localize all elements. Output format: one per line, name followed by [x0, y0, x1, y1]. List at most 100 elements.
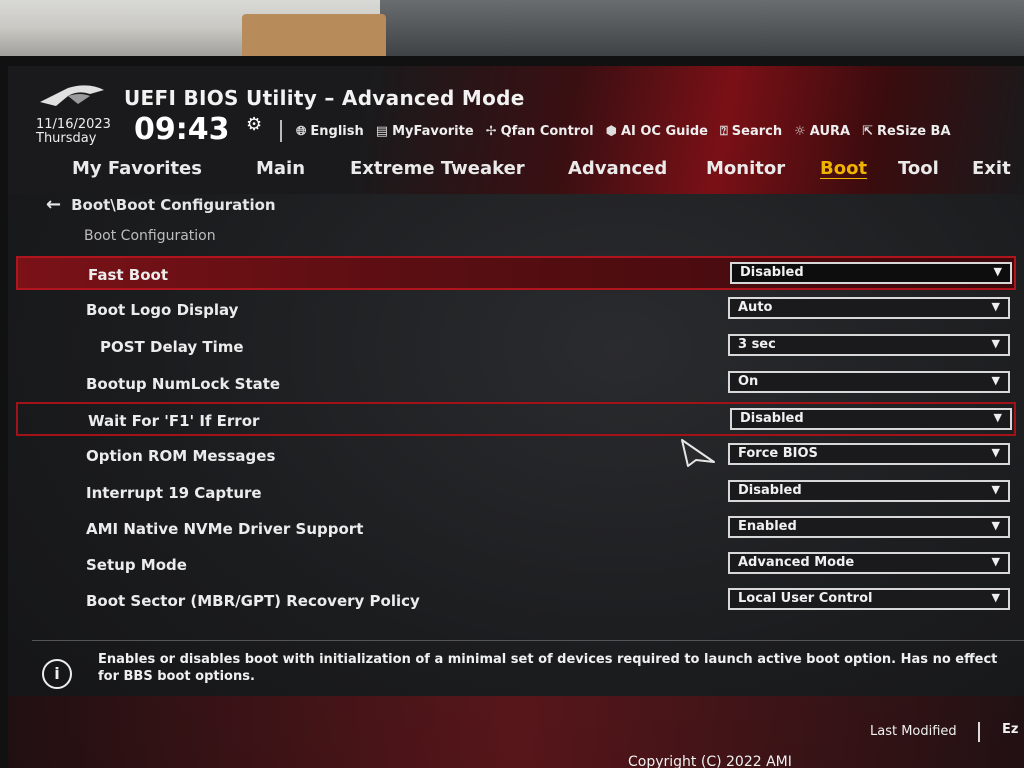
tool-resize-bar[interactable]: ⇱ ReSize BA — [862, 124, 950, 139]
dropdown-value: Disabled — [738, 483, 802, 498]
tab-advanced[interactable]: Advanced — [568, 158, 667, 179]
weekday-text: Thursday — [36, 131, 97, 146]
setting-row-wait-for-f1[interactable]: Wait For 'F1' If Error Disabled ▼ — [16, 402, 1016, 436]
date-text: 11/16/2023 — [36, 117, 111, 132]
setting-dropdown[interactable]: Force BIOS ▼ — [728, 443, 1010, 465]
tool-label: ReSize BA — [876, 124, 951, 139]
header-toolbar: 🌐︎ English ▤ MyFavorite ✢ Qfan Control ⬢ AI … — [296, 124, 951, 139]
setting-dropdown[interactable]: Disabled ▼ — [728, 480, 1010, 502]
back-arrow-icon[interactable]: ← — [46, 194, 61, 215]
background-cork-board — [242, 14, 386, 60]
setting-dropdown[interactable]: Auto ▼ — [728, 297, 1010, 319]
dropdown-value: Force BIOS — [738, 446, 818, 461]
globe-icon: 🌐︎ — [296, 124, 307, 139]
date-display: 11/16/2023 Thursday — [36, 118, 111, 146]
setting-dropdown[interactable]: Advanced Mode ▼ — [728, 552, 1010, 574]
setting-dropdown[interactable]: On ▼ — [728, 371, 1010, 393]
mouse-pointer-icon — [681, 439, 715, 467]
fan-icon: ✢ — [485, 124, 497, 139]
dropdown-value: On — [738, 374, 759, 389]
background-shelf — [380, 0, 1024, 60]
setting-row-setup-mode[interactable]: Setup Mode Advanced Mode ▼ — [16, 548, 1016, 582]
search-icon: ⍰ — [719, 124, 728, 139]
dropdown-value: Disabled — [740, 411, 804, 426]
chevron-down-icon: ▼ — [991, 591, 1000, 604]
tool-qfan-control[interactable]: ✢ Qfan Control — [486, 124, 594, 139]
clock-settings-icon[interactable]: ⚙ — [246, 114, 262, 135]
tool-label: AI OC Guide — [620, 124, 708, 139]
setting-label: Wait For 'F1' If Error — [88, 412, 260, 430]
chevron-down-icon: ▼ — [993, 265, 1002, 278]
tab-my-favorites[interactable]: My Favorites — [72, 158, 202, 179]
setting-label: Fast Boot — [88, 266, 169, 284]
dropdown-value: Disabled — [740, 265, 804, 280]
tab-extreme-tweaker[interactable]: Extreme Tweaker — [350, 158, 525, 179]
tool-label: Qfan Control — [500, 124, 594, 139]
header-separator — [280, 120, 282, 142]
chevron-down-icon: ▼ — [991, 483, 1000, 496]
copyright-text: Copyright (C) 2022 AMI — [628, 754, 792, 768]
last-modified-button[interactable]: Last Modified — [870, 724, 957, 739]
tool-search[interactable]: ⍰ Search — [720, 124, 782, 139]
breadcrumb-text: Boot\Boot Configuration — [71, 196, 276, 214]
setting-label: AMI Native NVMe Driver Support — [86, 520, 364, 538]
setting-dropdown[interactable]: Enabled ▼ — [728, 516, 1010, 538]
tab-exit[interactable]: Exit — [972, 158, 1011, 179]
setting-row-interrupt-19-capture[interactable]: Interrupt 19 Capture Disabled ▼ — [16, 476, 1016, 510]
tool-english[interactable]: 🌐︎ English — [296, 124, 364, 139]
dropdown-value: Auto — [738, 300, 773, 315]
chevron-down-icon: ▼ — [991, 555, 1000, 568]
info-icon: i — [42, 659, 72, 689]
page-title: UEFI BIOS Utility – Advanced Mode — [124, 86, 525, 110]
setting-row-boot-sector-recovery[interactable]: Boot Sector (MBR/GPT) Recovery Policy Lo… — [16, 584, 1016, 618]
clock-time: 09:43 — [134, 112, 230, 147]
chevron-down-icon: ▼ — [991, 337, 1000, 350]
setting-row-bootup-numlock-state[interactable]: Bootup NumLock State On ▼ — [16, 367, 1016, 401]
ai-oc-icon: ⬢ — [605, 124, 617, 139]
setting-label: Interrupt 19 Capture — [86, 484, 262, 502]
footer-bar: Last Modified Ez Copyright (C) 2022 AMI — [8, 712, 1024, 768]
bios-screen: UEFI BIOS Utility – Advanced Mode 11/16/… — [8, 66, 1024, 768]
tool-ai-oc-guide[interactable]: ⬢ AI OC Guide — [606, 124, 708, 139]
setting-dropdown[interactable]: Local User Control ▼ — [728, 588, 1010, 610]
tab-monitor[interactable]: Monitor — [706, 158, 785, 179]
tool-label: MyFavorite — [392, 124, 474, 139]
setting-dropdown[interactable]: 3 sec ▼ — [728, 334, 1010, 356]
chevron-down-icon: ▼ — [991, 374, 1000, 387]
setting-row-fast-boot[interactable]: Fast Boot Disabled ▼ — [16, 256, 1016, 290]
resize-bar-icon: ⇱ — [862, 124, 873, 139]
tab-boot[interactable]: Boot — [820, 158, 867, 179]
setting-label: Boot Sector (MBR/GPT) Recovery Policy — [86, 592, 420, 610]
setting-row-post-delay-time[interactable]: POST Delay Time 3 sec ▼ — [16, 330, 1016, 364]
tab-main[interactable]: Main — [256, 158, 305, 179]
ez-mode-button[interactable]: Ez — [1002, 722, 1018, 737]
dropdown-value: Enabled — [738, 519, 797, 534]
favorite-icon: ▤ — [375, 124, 389, 139]
main-nav: My Favorites Main Extreme Tweaker Advanc… — [68, 158, 1024, 188]
tab-tool[interactable]: Tool — [898, 158, 939, 179]
setting-label: POST Delay Time — [100, 338, 244, 356]
dropdown-value: 3 sec — [738, 337, 776, 352]
help-text: Enables or disables boot with initializa… — [98, 652, 998, 684]
dropdown-value: Advanced Mode — [738, 555, 855, 570]
setting-row-option-rom-messages[interactable]: Option ROM Messages Force BIOS ▼ — [16, 439, 1016, 473]
setting-row-boot-logo-display[interactable]: Boot Logo Display Auto ▼ — [16, 293, 1016, 327]
setting-label: Bootup NumLock State — [86, 375, 281, 393]
setting-label: Boot Logo Display — [86, 301, 239, 319]
chevron-down-icon: ▼ — [991, 519, 1000, 532]
chevron-down-icon: ▼ — [993, 411, 1002, 424]
breadcrumb[interactable]: ← Boot\Boot Configuration — [46, 194, 276, 215]
rog-logo-icon — [40, 85, 104, 106]
footer-separator — [978, 722, 980, 742]
section-title: Boot Configuration — [84, 228, 216, 244]
chevron-down-icon: ▼ — [991, 446, 1000, 459]
setting-row-nvme-driver-support[interactable]: AMI Native NVMe Driver Support Enabled ▼ — [16, 512, 1016, 546]
tool-myfavorite[interactable]: ▤ MyFavorite — [376, 124, 474, 139]
tool-label: AURA — [809, 124, 851, 139]
tool-aura[interactable]: ☼ AURA — [794, 124, 850, 139]
setting-label: Setup Mode — [86, 556, 187, 574]
tool-label: English — [310, 124, 364, 139]
setting-dropdown[interactable]: Disabled ▼ — [730, 262, 1012, 284]
setting-label: Option ROM Messages — [86, 447, 276, 465]
setting-dropdown[interactable]: Disabled ▼ — [730, 408, 1012, 430]
